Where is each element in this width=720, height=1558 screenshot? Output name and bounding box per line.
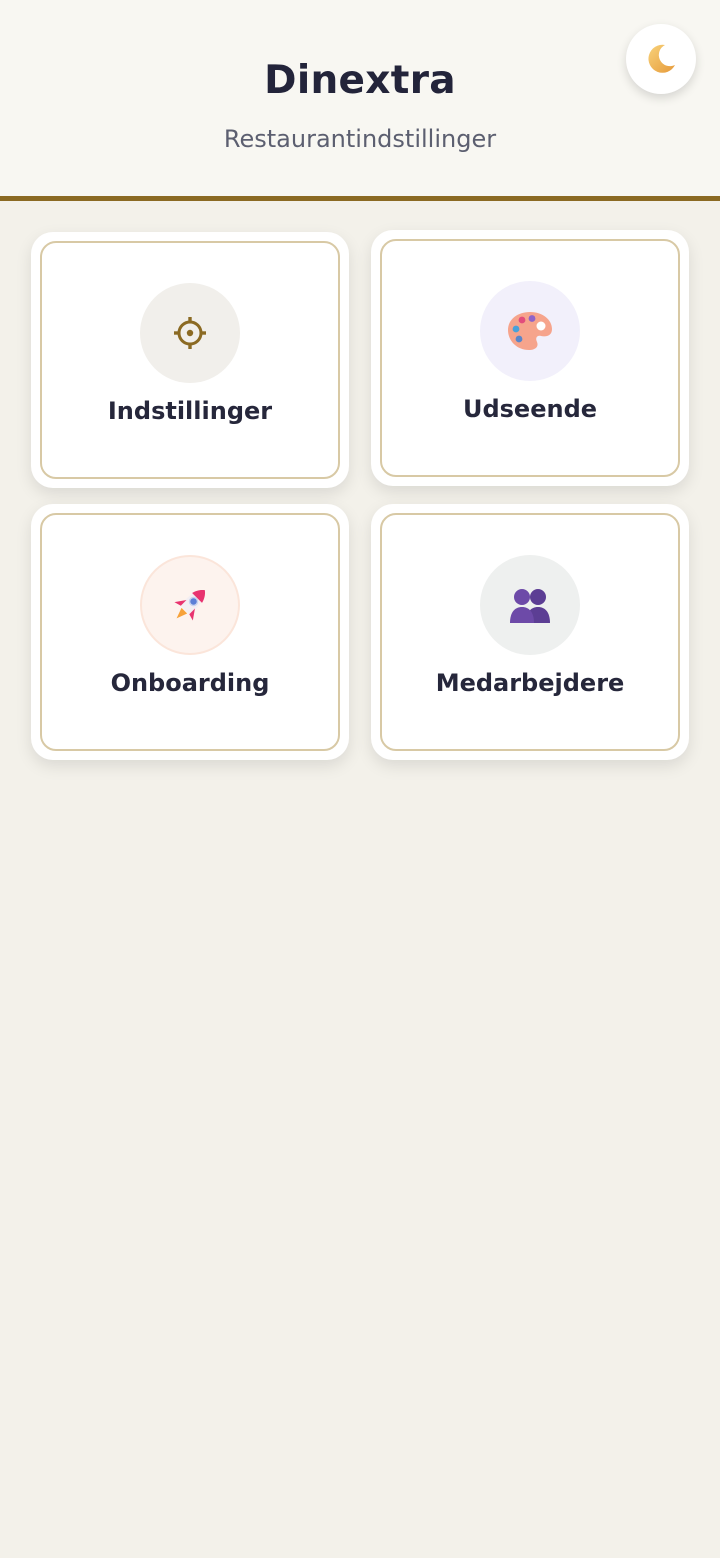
tile-frame: Udseende	[380, 239, 680, 477]
tile-onboarding[interactable]: Onboarding	[31, 504, 349, 760]
tile-label: Onboarding	[110, 669, 270, 697]
theme-toggle-button[interactable]	[626, 24, 696, 94]
tile-icon-circle	[140, 283, 240, 383]
tile-icon-circle	[480, 555, 580, 655]
palette-icon	[508, 312, 552, 350]
page-title: Dinextra	[264, 58, 456, 103]
tile-label: Udseende	[462, 395, 598, 423]
rocket-icon	[174, 589, 206, 621]
tile-indstillinger[interactable]: Indstillinger	[31, 232, 349, 488]
gear-icon	[174, 317, 206, 349]
tile-udseende[interactable]: Udseende	[371, 230, 689, 486]
tile-icon-circle	[140, 555, 240, 655]
page-subtitle: Restaurantindstillinger	[223, 125, 497, 153]
tile-frame: Medarbejdere	[380, 513, 680, 751]
tile-medarbejdere[interactable]: Medarbejdere	[371, 504, 689, 760]
tile-frame: Indstillinger	[40, 241, 340, 479]
people-icon	[510, 589, 550, 623]
tile-icon-circle	[480, 281, 580, 381]
tile-label: Medarbejdere	[435, 669, 625, 697]
moon-icon	[648, 44, 675, 73]
tile-frame: Onboarding	[40, 513, 340, 751]
tile-label: Indstillinger	[107, 397, 273, 425]
app-header: Dinextra Restaurantindstillinger	[0, 0, 720, 201]
